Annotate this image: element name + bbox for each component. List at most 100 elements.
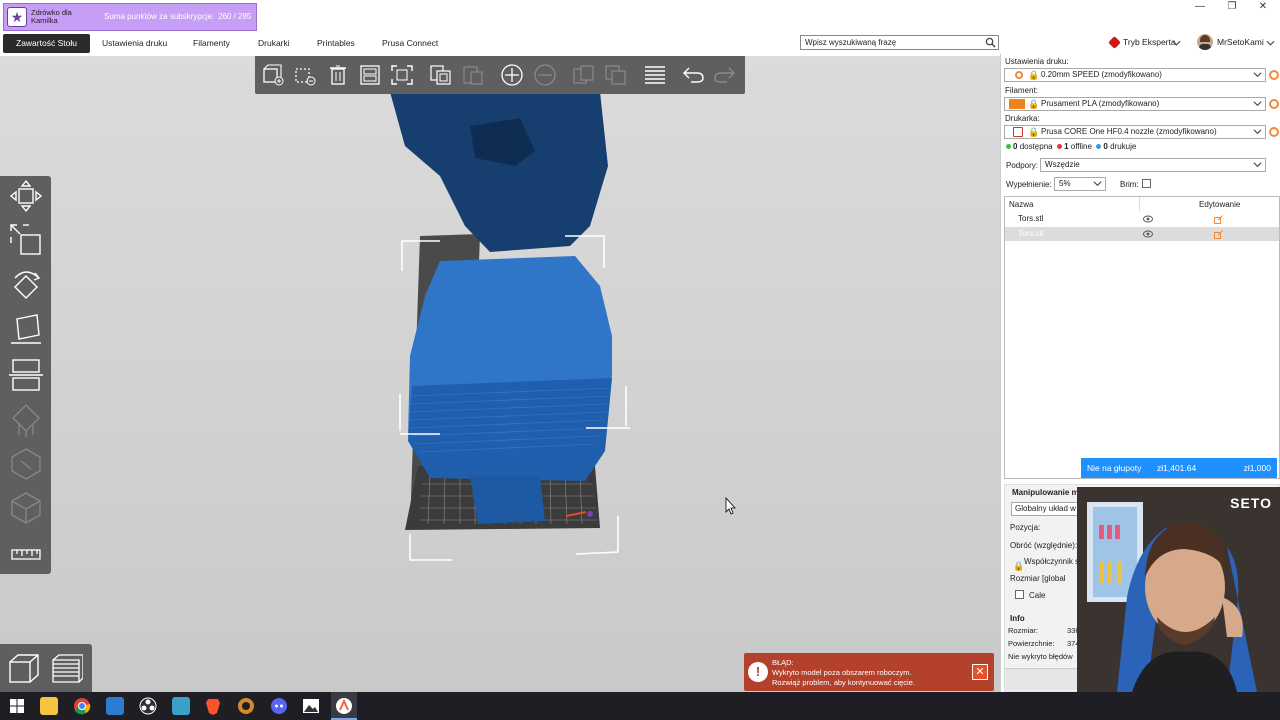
split-parts-icon[interactable]: [604, 64, 628, 86]
chevron-down-icon[interactable]: [1172, 39, 1181, 47]
instance-add-icon[interactable]: [500, 64, 524, 86]
infill-label: Wypełnienie:: [1006, 180, 1052, 189]
windows-icon[interactable]: [8, 697, 26, 715]
coordinate-system-select[interactable]: Globalny układ w: [1011, 502, 1081, 516]
explorer-icon[interactable]: [40, 697, 58, 715]
maximize-button[interactable]: ❐: [1215, 0, 1249, 14]
seam-paint-icon[interactable]: [9, 447, 43, 481]
scene-canvas[interactable]: [0, 56, 1000, 692]
lock-icon[interactable]: 🔒: [1013, 561, 1024, 572]
column-name-header[interactable]: Nazwa: [1009, 200, 1033, 209]
mode-label[interactable]: Tryb Eksperta: [1123, 37, 1176, 47]
app-icon[interactable]: [106, 697, 124, 715]
minimize-button[interactable]: —: [1183, 0, 1217, 14]
errors-label: Nie wykryto błędów: [1008, 652, 1073, 661]
table-row[interactable]: Tors.stl: [1005, 227, 1279, 241]
printer-status: 0 dostępna 1 offline 0 drukuje: [1006, 142, 1136, 151]
table-row[interactable]: Tors.stl: [1005, 212, 1279, 226]
prusaslicer-icon[interactable]: [335, 697, 353, 715]
chevron-down-icon[interactable]: [1266, 39, 1275, 47]
mmu-paint-icon[interactable]: [9, 491, 43, 525]
tab-prusa-connect[interactable]: Prusa Connect: [369, 34, 451, 53]
inches-checkbox[interactable]: [1015, 590, 1024, 599]
delete-icon[interactable]: [293, 64, 317, 86]
column-divider: [1139, 197, 1140, 211]
redo-icon[interactable]: [713, 64, 737, 86]
printer-icon: [1013, 127, 1023, 137]
position-label: Pozycja:: [1010, 523, 1041, 532]
scale-icon[interactable]: [9, 223, 43, 257]
filament-value: Prusament PLA (zmodyfikowano): [1041, 99, 1160, 108]
brave-icon[interactable]: [204, 697, 222, 715]
model-tors[interactable]: [390, 92, 612, 524]
search-icon[interactable]: [985, 37, 996, 48]
tab-filaments[interactable]: Filamenty: [180, 34, 243, 53]
place-on-face-icon[interactable]: [9, 313, 43, 347]
supports-label: Podpory:: [1006, 161, 1039, 170]
lock-icon: 🔒: [1028, 127, 1040, 137]
app2-icon[interactable]: [172, 697, 190, 715]
error-icon: !: [748, 662, 768, 682]
error-message-line2: Rozwiąż problem, aby kontynuować cięcie.: [772, 678, 915, 687]
chevron-down-icon: [1253, 162, 1262, 168]
search-box[interactable]: [800, 35, 999, 50]
tab-plater[interactable]: Zawartość Stołu: [3, 34, 90, 53]
object-list: Nazwa Edytowanie Tors.stl Tors.stl: [1004, 196, 1280, 479]
scale-factor-label: Współczynnik s: [1024, 557, 1080, 566]
rotate-icon[interactable]: [9, 268, 43, 302]
obs-icon[interactable]: [139, 697, 157, 715]
measure-icon[interactable]: [9, 538, 43, 572]
instance-remove-icon[interactable]: [533, 64, 557, 86]
slice-button[interactable]: [1005, 668, 1079, 690]
tab-printables[interactable]: Printables: [304, 34, 368, 53]
subscription-label: Suma punktów za subskrypcje:: [104, 12, 215, 21]
app3-icon[interactable]: [237, 697, 255, 715]
avatar[interactable]: [1197, 34, 1213, 50]
add-object-icon[interactable]: [261, 64, 285, 86]
user-name[interactable]: MrSetoKami: [1217, 37, 1264, 47]
expert-mode-icon: [1108, 36, 1121, 49]
close-button[interactable]: ✕: [1246, 0, 1280, 14]
undo-icon[interactable]: [681, 64, 705, 86]
infill-select[interactable]: 5%: [1054, 177, 1106, 191]
gear-icon[interactable]: [1269, 70, 1279, 80]
preview-layers-icon[interactable]: [49, 652, 83, 686]
layers-icon[interactable]: [643, 64, 667, 86]
filament-color-swatch: [1009, 99, 1025, 109]
tab-printers[interactable]: Drukarki: [245, 34, 303, 53]
printer-select[interactable]: 🔒 Prusa CORE One HF0.4 nozzle (zmodyfiko…: [1004, 125, 1266, 139]
donation-goal-bar: Nie na głupoty zł1,401.64 zł1,000: [1081, 458, 1277, 478]
print-settings-select[interactable]: 🔒 0.20mm SPEED (zmodyfikowano): [1004, 68, 1266, 82]
supports-select[interactable]: Wszędzie: [1040, 158, 1266, 172]
size-info-label: Rozmiar:: [1008, 626, 1039, 635]
print-settings-value: 0.20mm SPEED (zmodyfikowano): [1041, 70, 1162, 79]
brim-checkbox[interactable]: [1142, 179, 1151, 188]
eye-icon[interactable]: [1143, 230, 1153, 238]
eye-icon[interactable]: [1143, 215, 1153, 223]
gear-icon[interactable]: [1269, 99, 1279, 109]
arrange-icon[interactable]: [358, 64, 382, 86]
chrome-icon[interactable]: [73, 697, 91, 715]
split-icon[interactable]: [390, 64, 414, 86]
column-edit-header[interactable]: Edytowanie: [1199, 200, 1240, 209]
discord-icon[interactable]: [270, 697, 288, 715]
search-input[interactable]: [805, 36, 975, 49]
delete-all-icon[interactable]: [326, 64, 350, 86]
split-objects-icon[interactable]: [572, 64, 596, 86]
filament-select[interactable]: 🔒 Prusament PLA (zmodyfikowano): [1004, 97, 1266, 111]
close-icon[interactable]: ✕: [972, 664, 988, 680]
move-icon[interactable]: [9, 179, 43, 213]
gear-icon[interactable]: [1269, 127, 1279, 137]
cut-icon[interactable]: [9, 358, 43, 392]
edit-icon[interactable]: [1214, 230, 1223, 239]
paste-icon[interactable]: [461, 64, 485, 86]
3d-view-icon[interactable]: [7, 652, 41, 686]
3d-viewport[interactable]: [0, 56, 1000, 692]
edit-icon[interactable]: [1214, 215, 1223, 224]
copy-icon[interactable]: [429, 64, 453, 86]
star-icon: ★: [7, 7, 27, 27]
error-notification: ! BŁĄD: Wykryto model poza obszarem robo…: [744, 653, 994, 691]
photos-icon[interactable]: [302, 697, 320, 715]
support-paint-icon[interactable]: [9, 403, 43, 437]
tab-print-settings[interactable]: Ustawienia druku: [89, 34, 180, 53]
